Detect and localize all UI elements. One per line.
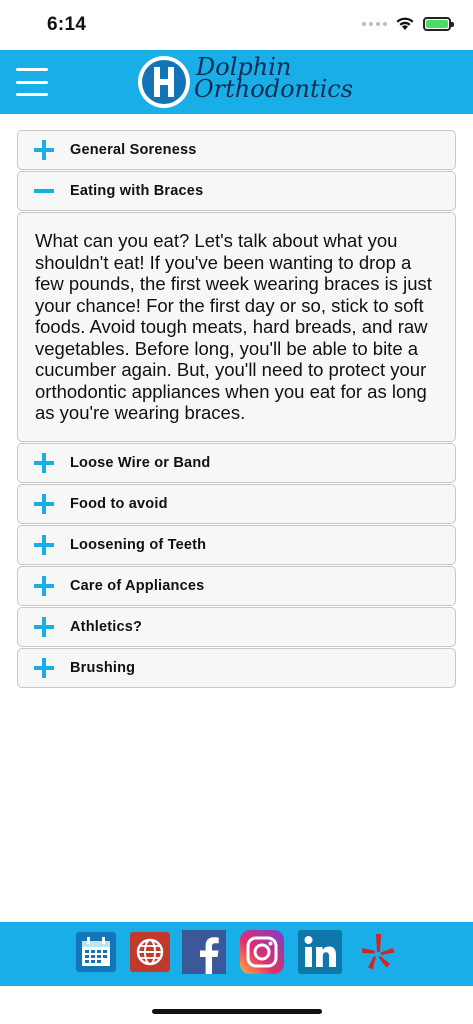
accordion-item-label: Athletics?	[70, 619, 143, 635]
instagram-icon[interactable]	[240, 930, 284, 974]
expand-icon	[18, 649, 70, 687]
expand-icon	[18, 131, 70, 169]
status-bar: 6:14	[0, 0, 473, 50]
expand-icon	[18, 567, 70, 605]
app-header: Dolphin Orthodontics	[0, 50, 473, 114]
accordion-item[interactable]: Loosening of Teeth	[17, 525, 456, 565]
accordion-item[interactable]: Food to avoid	[17, 484, 456, 524]
linkedin-icon[interactable]	[298, 930, 342, 974]
accordion-item[interactable]: Athletics?	[17, 607, 456, 647]
yelp-icon[interactable]	[356, 930, 400, 974]
expand-icon	[18, 444, 70, 482]
menu-button[interactable]	[16, 68, 48, 96]
accordion-content: What can you eat? Let's talk about what …	[17, 212, 456, 442]
hamburger-line	[16, 93, 48, 96]
footer-social-bar	[0, 922, 473, 986]
accordion-item-label: General Soreness	[70, 142, 197, 158]
brand-logo: Dolphin Orthodontics	[138, 54, 353, 110]
accordion-item-label: Food to avoid	[70, 496, 168, 512]
calendar-icon[interactable]	[74, 930, 118, 974]
accordion-item-label: Eating with Braces	[70, 183, 204, 199]
logo-text: Dolphin Orthodontics	[194, 55, 354, 103]
accordion-item-label: Care of Appliances	[70, 578, 205, 594]
status-icons	[362, 16, 454, 31]
accordion-item-label: Loosening of Teeth	[70, 537, 207, 553]
globe-icon[interactable]	[128, 930, 172, 974]
logo-mark-icon	[138, 56, 190, 108]
home-indicator	[152, 1009, 322, 1014]
logo-line2: Orthodontics	[194, 75, 354, 103]
hamburger-line	[16, 80, 48, 84]
status-time: 6:14	[47, 14, 87, 35]
expand-icon	[18, 608, 70, 646]
accordion-item[interactable]: Brushing	[17, 648, 456, 688]
accordion-item-label: Loose Wire or Band	[70, 455, 211, 471]
expand-icon	[18, 485, 70, 523]
accordion-item[interactable]: Care of Appliances	[17, 566, 456, 606]
faq-accordion: General Soreness Eating with Braces What…	[17, 130, 456, 689]
wifi-icon	[396, 17, 414, 30]
collapse-icon	[18, 172, 70, 210]
facebook-icon[interactable]	[182, 930, 226, 974]
expand-icon	[18, 526, 70, 564]
accordion-item[interactable]: Loose Wire or Band	[17, 443, 456, 483]
signal-icon	[362, 21, 387, 26]
accordion-item-label: Brushing	[70, 660, 136, 676]
accordion-item[interactable]: Eating with Braces	[17, 171, 456, 211]
accordion-item[interactable]: General Soreness	[17, 130, 456, 170]
hamburger-line	[16, 68, 48, 71]
battery-icon	[423, 16, 454, 31]
